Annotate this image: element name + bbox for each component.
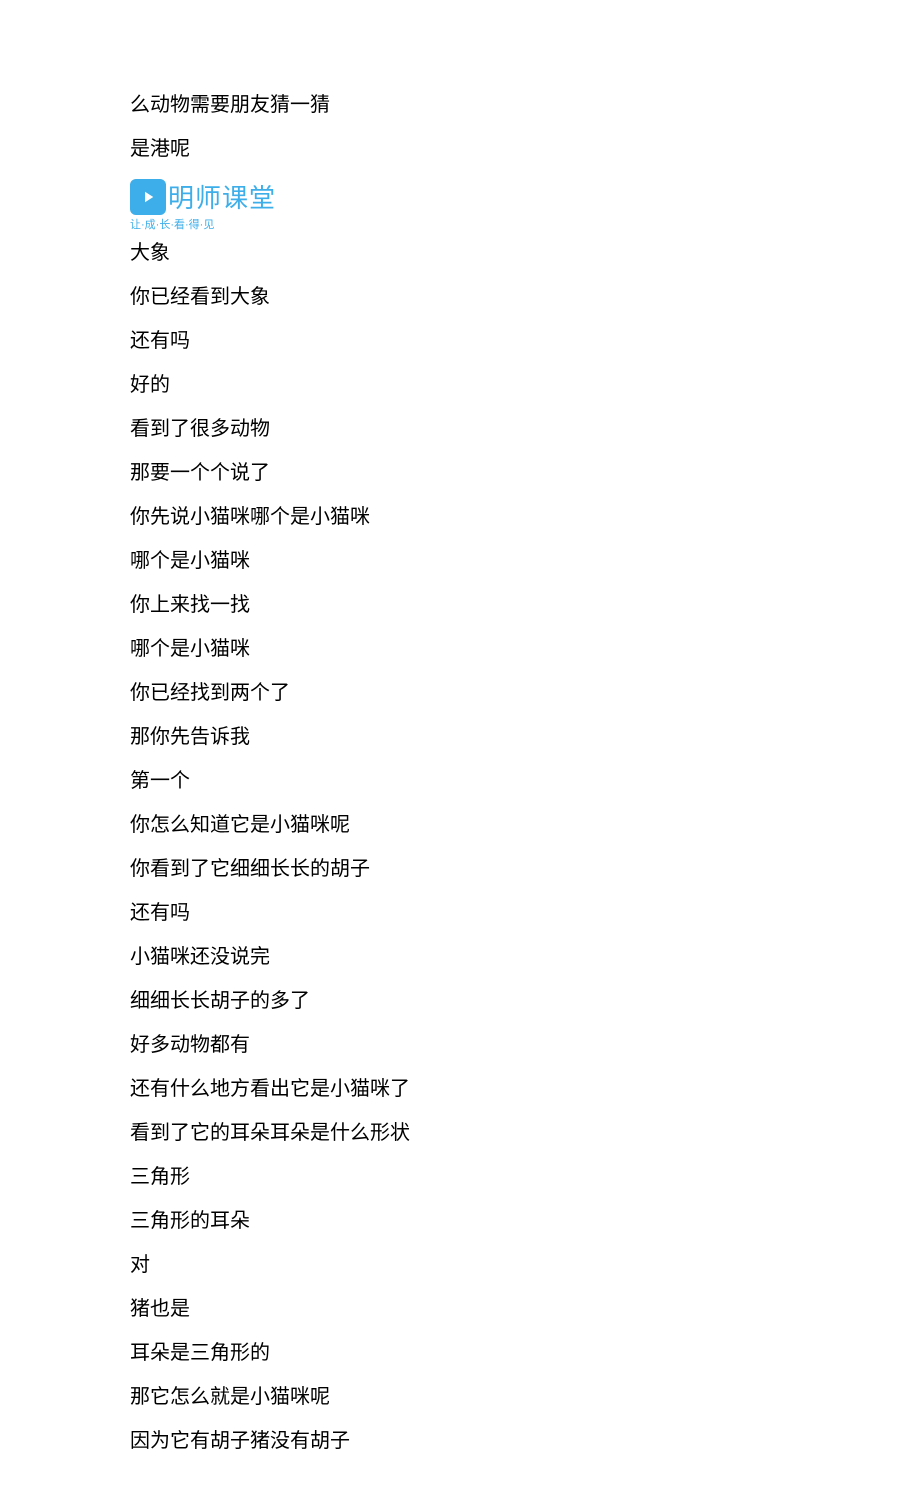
transcript-line: 你怎么知道它是小猫咪呢 xyxy=(130,810,790,840)
transcript-line: 还有吗 xyxy=(130,898,790,928)
transcript-line: 你上来找一找 xyxy=(130,590,790,620)
transcript-line: 你看到了它细细长长的胡子 xyxy=(130,854,790,884)
transcript-line: 么动物需要朋友猜一猜 xyxy=(130,90,790,120)
transcript-line: 那你先告诉我 xyxy=(130,722,790,752)
transcript-line: 小猫咪还没说完 xyxy=(130,942,790,972)
transcript-line: 你已经找到两个了 xyxy=(130,678,790,708)
transcript-line: 三角形 xyxy=(130,1162,790,1192)
transcript-line: 耳朵是三角形的 xyxy=(130,1338,790,1368)
transcript-line: 哪个是小猫咪 xyxy=(130,634,790,664)
brand-name: 明师课堂 xyxy=(168,178,276,215)
transcript-line: 大象 xyxy=(130,238,790,268)
transcript-line: 还有什么地方看出它是小猫咪了 xyxy=(130,1074,790,1104)
transcript-line: 是港呢 xyxy=(130,134,790,164)
transcript-line: 看到了很多动物 xyxy=(130,414,790,444)
play-icon xyxy=(130,179,166,215)
transcript-line: 哪个是小猫咪 xyxy=(130,546,790,576)
transcript-line: 三角形的耳朵 xyxy=(130,1206,790,1236)
brand-logo-block: 明师课堂 让·成·长·看·得·见 xyxy=(130,178,790,232)
transcript-line: 那它怎么就是小猫咪呢 xyxy=(130,1382,790,1412)
transcript-line: 那要一个个说了 xyxy=(130,458,790,488)
transcript-line: 好多动物都有 xyxy=(130,1030,790,1060)
transcript-line: 猪也是 xyxy=(130,1294,790,1324)
transcript-line: 还有吗 xyxy=(130,326,790,356)
transcript-line: 因为它有胡子猪没有胡子 xyxy=(130,1426,790,1456)
brand-logo-top: 明师课堂 xyxy=(130,178,276,215)
transcript-line: 看到了它的耳朵耳朵是什么形状 xyxy=(130,1118,790,1148)
transcript-line: 对 xyxy=(130,1250,790,1280)
transcript-line: 你先说小猫咪哪个是小猫咪 xyxy=(130,502,790,532)
brand-tagline: 让·成·长·看·得·见 xyxy=(130,216,214,232)
transcript-line: 好的 xyxy=(130,370,790,400)
transcript-line: 细细长长胡子的多了 xyxy=(130,986,790,1016)
transcript-line: 你已经看到大象 xyxy=(130,282,790,312)
transcript-line: 第一个 xyxy=(130,766,790,796)
